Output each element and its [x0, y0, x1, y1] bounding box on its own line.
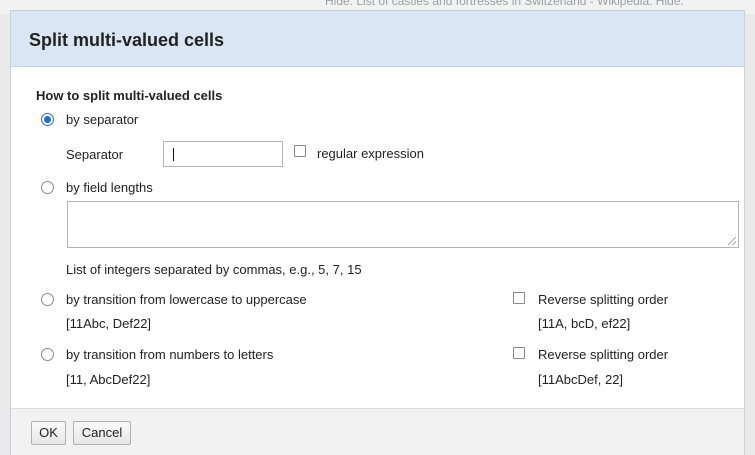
- reverse-lower-upper-checkbox[interactable]: [513, 292, 525, 304]
- radio-numbers-to-letters[interactable]: [41, 348, 54, 361]
- separator-label: Separator: [66, 147, 124, 162]
- split-dialog: Split multi-valued cells How to split mu…: [10, 10, 745, 455]
- radio-by-field-lengths-label[interactable]: by field lengths: [66, 180, 153, 195]
- reverse-numbers-letters-label[interactable]: Reverse splitting order: [538, 347, 668, 362]
- radio-by-field-lengths[interactable]: [41, 181, 54, 194]
- section-title: How to split multi-valued cells: [36, 88, 223, 103]
- radio-numbers-to-letters-label[interactable]: by transition from numbers to letters: [66, 347, 273, 362]
- radio-lower-to-upper-label[interactable]: by transition from lowercase to uppercas…: [66, 292, 307, 307]
- field-lengths-textarea[interactable]: [67, 201, 739, 248]
- lower-to-upper-example: [11Abc, Def22]: [66, 316, 152, 331]
- dialog-footer: OK Cancel: [11, 408, 744, 455]
- cancel-button[interactable]: Cancel: [73, 421, 131, 445]
- dialog-title: Split multi-valued cells: [29, 30, 225, 50]
- ok-button[interactable]: OK: [31, 421, 66, 445]
- numbers-to-letters-example: [11, AbcDef22]: [66, 372, 151, 387]
- background-window-text: Hide: List of castles and fortresses in …: [325, 0, 684, 8]
- separator-input[interactable]: [163, 141, 283, 167]
- regex-checkbox[interactable]: [294, 145, 306, 157]
- dialog-header: Split multi-valued cells: [11, 11, 744, 67]
- field-lengths-help: List of integers separated by commas, e.…: [66, 262, 362, 277]
- reverse-numbers-letters-example: [11AbcDef, 22]: [538, 372, 624, 387]
- reverse-lower-upper-example: [11A, bcD, ef22]: [538, 316, 631, 331]
- radio-by-separator-label[interactable]: by separator: [66, 112, 138, 127]
- text-caret: [173, 148, 174, 161]
- reverse-numbers-letters-checkbox[interactable]: [513, 347, 525, 359]
- radio-by-separator[interactable]: [41, 113, 54, 126]
- resize-grip-icon[interactable]: [728, 237, 736, 245]
- reverse-lower-upper-label[interactable]: Reverse splitting order: [538, 292, 668, 307]
- radio-lower-to-upper[interactable]: [41, 293, 54, 306]
- regex-label[interactable]: regular expression: [317, 146, 424, 161]
